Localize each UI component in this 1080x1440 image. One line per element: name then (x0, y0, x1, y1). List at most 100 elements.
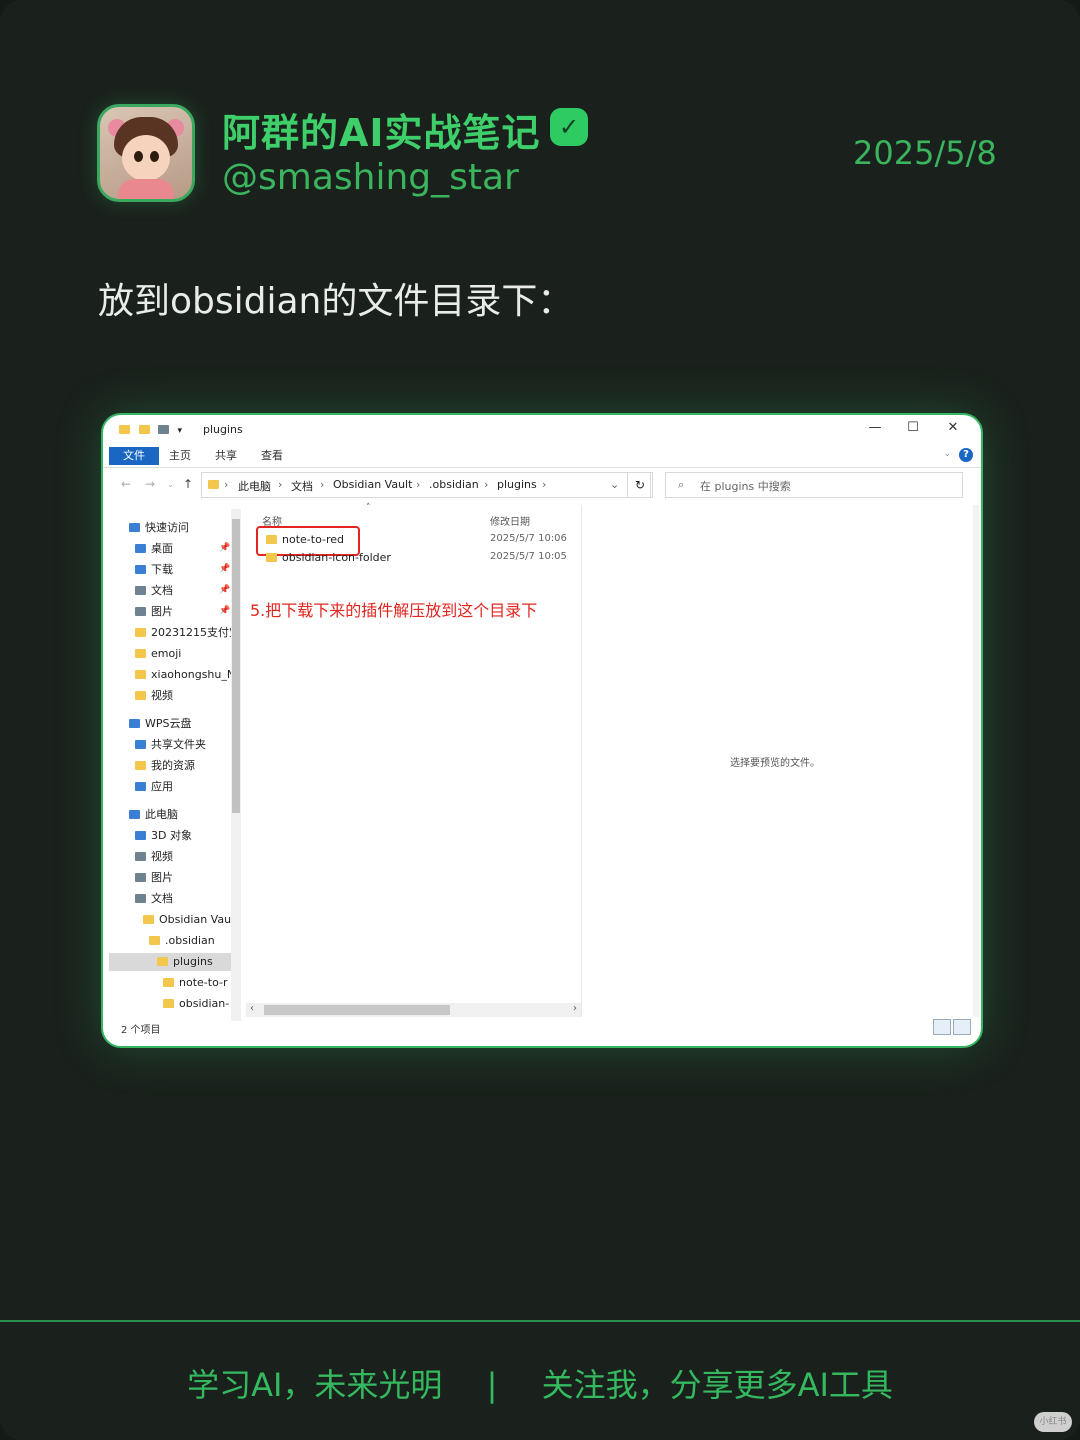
navigation-pane: 快速访问 桌面 📌 下载 📌 文档 📌 图片 📌 20231215支付宝 emo… (103, 505, 245, 1020)
picture-icon (135, 607, 146, 616)
file-row-note-to-red[interactable]: note-to-red (266, 531, 344, 549)
nav-item-quick-access[interactable]: 快速访问 (129, 519, 189, 537)
file-row-obsidian-icon-folder[interactable]: obsidian-icon-folder (266, 549, 391, 567)
scroll-right-icon[interactable]: › (573, 1003, 577, 1014)
pin-icon[interactable]: 📌 (219, 543, 230, 553)
breadcrumb-documents[interactable]: 文档 (291, 478, 313, 494)
nav-item-pc-documents[interactable]: 文档 (135, 890, 173, 908)
nav-item-my-resources[interactable]: 我的资源 (135, 757, 195, 775)
folder-icon (119, 425, 130, 434)
folder-icon (163, 999, 174, 1008)
address-row: ← → ⌄ ↑ › 此电脑 › 文档 › Obsidian Vault › .o… (103, 470, 981, 500)
folder-icon (135, 649, 146, 658)
pin-icon[interactable]: 📌 (219, 606, 230, 616)
recent-chevron-icon[interactable]: ⌄ (167, 480, 174, 489)
nav-item-pictures[interactable]: 图片 (135, 603, 173, 621)
file-date: 2025/5/7 10:05 (490, 551, 567, 562)
avatar[interactable] (97, 104, 195, 202)
tab-file[interactable]: 文件 (109, 447, 159, 465)
annotation-text: 5.把下载下来的插件解压放到这个目录下 (250, 601, 538, 620)
download-icon (135, 565, 146, 574)
nav-item-3d-objects[interactable]: 3D 对象 (135, 827, 192, 845)
breadcrumb-this-pc[interactable]: 此电脑 (238, 478, 271, 494)
minimize-button[interactable]: — (861, 420, 889, 440)
breadcrumb-separator: › (542, 478, 547, 491)
chevron-down-icon[interactable]: ▾ (178, 426, 183, 436)
nav-item-alipay[interactable]: 20231215支付宝 (135, 624, 231, 642)
folder-icon (135, 628, 146, 637)
address-bar[interactable]: › 此电脑 › 文档 › Obsidian Vault › .obsidian … (201, 472, 651, 498)
breadcrumb-obsidian[interactable]: .obsidian (429, 478, 479, 491)
properties-icon[interactable] (158, 425, 169, 434)
pin-icon[interactable]: 📌 (219, 585, 230, 595)
tab-home[interactable]: 主页 (169, 447, 191, 465)
breadcrumb-plugins[interactable]: plugins (497, 478, 537, 491)
ribbon-expand-icon[interactable]: ⌄ (943, 449, 951, 459)
nav-item-xiaohongshu[interactable]: xiaohongshu_N (135, 666, 231, 684)
nav-item-dot-obsidian[interactable]: .obsidian (149, 932, 215, 950)
nav-item-videos[interactable]: 视频 (135, 687, 173, 705)
window-title: plugins (203, 423, 243, 436)
folder-icon (163, 978, 174, 987)
breadcrumb-vault[interactable]: Obsidian Vault (333, 478, 412, 491)
column-header-date[interactable]: 修改日期 (490, 513, 530, 528)
close-button[interactable]: ✕ (939, 420, 967, 440)
avatar-eye-left (134, 151, 143, 162)
footer-separator: | (486, 1366, 498, 1404)
breadcrumb-separator: › (224, 478, 229, 491)
file-list-hscrollbar[interactable]: ‹ › (246, 1003, 581, 1017)
nav-item-pc-pictures[interactable]: 图片 (135, 869, 173, 887)
nav-item-shared-folder[interactable]: 共享文件夹 (135, 736, 206, 754)
nav-item-this-pc[interactable]: 此电脑 (129, 806, 178, 824)
search-icon: ⌕ (678, 478, 685, 491)
nav-item-downloads[interactable]: 下载 (135, 561, 173, 579)
help-icon[interactable]: ? (959, 448, 973, 462)
address-dropdown-icon[interactable]: ⌄ (610, 478, 619, 491)
details-view-icon[interactable] (933, 1019, 951, 1035)
preview-scrollbar[interactable] (973, 505, 979, 1017)
tab-view[interactable]: 查看 (261, 447, 283, 465)
share-icon (135, 740, 146, 749)
folder-icon (143, 915, 154, 924)
document-icon (135, 894, 146, 903)
search-input[interactable]: ⌕ 在 plugins 中搜索 (665, 472, 963, 498)
tab-share[interactable]: 共享 (215, 447, 237, 465)
preview-divider[interactable] (581, 505, 582, 1017)
nav-scrollbar[interactable] (231, 509, 241, 1021)
nav-item-obsidian-vault[interactable]: Obsidian Vau (143, 911, 231, 929)
nav-item-pc-videos[interactable]: 视频 (135, 848, 173, 866)
star-icon (129, 523, 140, 532)
nav-item-apps[interactable]: 应用 (135, 778, 173, 796)
nav-scrollbar-thumb[interactable] (232, 519, 240, 813)
verified-check-icon: ✓ (550, 108, 588, 146)
watermark-badge: 小红书 (1034, 1412, 1072, 1432)
pin-icon[interactable]: 📌 (219, 564, 230, 574)
refresh-button[interactable]: ↻ (627, 472, 653, 498)
nav-item-desktop[interactable]: 桌面 (135, 540, 173, 558)
footer-right: 关注我，分享更多AI工具 (541, 1366, 893, 1404)
picture-icon (135, 873, 146, 882)
back-icon[interactable]: ← (121, 477, 131, 491)
maximize-button[interactable]: ☐ (899, 420, 927, 440)
nav-item-plugins[interactable]: plugins (109, 953, 231, 971)
breadcrumb-separator: › (484, 478, 489, 491)
post-card: 阿群的AI实战笔记 ✓ @smashing_star 2025/5/8 放到ob… (0, 0, 1080, 1440)
nav-item-note-to-red[interactable]: note-to-r (163, 974, 231, 992)
scroll-left-icon[interactable]: ‹ (250, 1003, 254, 1014)
author-name[interactable]: 阿群的AI实战笔记 (222, 102, 541, 157)
nav-item-documents[interactable]: 文档 (135, 582, 173, 600)
document-icon (135, 586, 146, 595)
folder-icon (135, 691, 146, 700)
nav-item-obsidian-icon-folder[interactable]: obsidian- (163, 995, 231, 1013)
nav-item-emoji[interactable]: emoji (135, 645, 181, 663)
nav-item-wps-cloud[interactable]: WPS云盘 (129, 715, 192, 733)
forward-icon[interactable]: → (145, 477, 155, 491)
large-icons-view-icon[interactable] (953, 1019, 971, 1035)
hscrollbar-thumb[interactable] (264, 1005, 450, 1015)
folder-icon (138, 425, 150, 434)
author-handle[interactable]: @smashing_star (222, 157, 519, 198)
desktop-icon (135, 544, 146, 553)
up-icon[interactable]: ↑ (183, 477, 193, 491)
explorer-titlebar: ▾ plugins — ☐ ✕ (103, 415, 981, 445)
breadcrumb-separator: › (278, 478, 283, 491)
